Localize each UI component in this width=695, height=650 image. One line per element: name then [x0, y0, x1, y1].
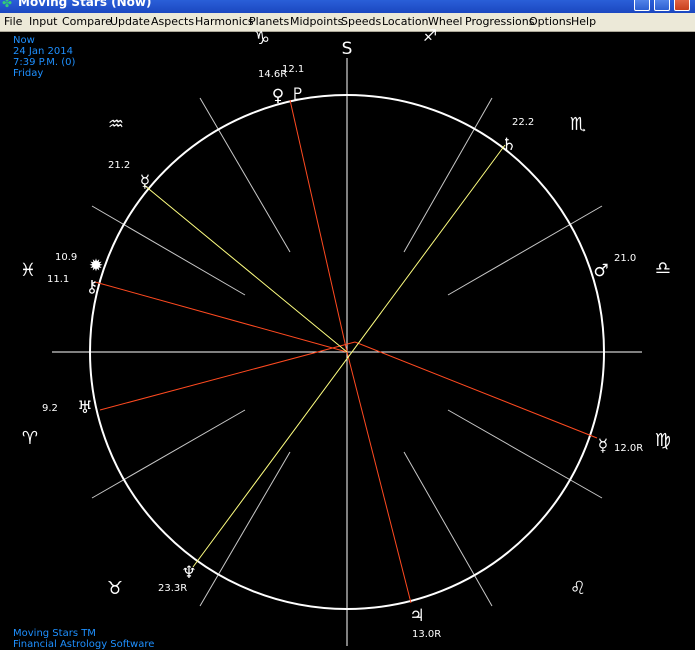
aspect-lines-yellow	[143, 144, 506, 568]
aspect-line	[94, 281, 348, 353]
division-line	[199, 451, 291, 607]
moon-glyph: ☿	[598, 436, 608, 456]
uranus-glyph: ♅	[77, 398, 92, 418]
chart-date: 24 Jan 2014	[13, 46, 73, 57]
chiron-glyph: ⚷	[86, 277, 98, 297]
chart-info: Now 24 Jan 2014 7:39 P.M. (0) Friday	[13, 35, 75, 79]
jupiter-glyph: ♃	[409, 606, 424, 626]
mars-glyph: ♂	[593, 261, 608, 281]
aspect-line	[192, 144, 506, 568]
division-line	[403, 97, 493, 253]
scorpio-glyph: ♏	[570, 114, 586, 135]
taurus-glyph: ♉	[107, 578, 123, 599]
south-label: S	[342, 39, 353, 59]
libra-glyph: ♎	[655, 258, 671, 279]
virgo-glyph: ♍	[655, 430, 671, 451]
division-line	[403, 451, 493, 607]
chiron-degree: 11.1	[47, 274, 69, 285]
neptune-degree: 23.3R	[158, 583, 187, 594]
chart-mode: Now	[13, 35, 35, 46]
mars-degree: 21.0	[614, 253, 636, 264]
sun-glyph: ✹	[89, 256, 103, 276]
aspect-line	[346, 351, 412, 604]
saturn-degree: 22.2	[512, 117, 534, 128]
astro-wheel-chart: S ♑ ♐ ♒ ♏ ♓ ♎ ♈ ♍ ♉ ♌ ♀ ♇ ♄ ☿ ♂ ✹ ⚷ ♅ ☿ …	[20, 26, 671, 646]
moon-degree: 12.0R	[614, 443, 643, 454]
uranus-degree: 9.2	[42, 403, 58, 414]
sagittarius-glyph: ♐	[423, 26, 437, 45]
sun-degree: 10.9	[55, 252, 77, 263]
aquarius-glyph: ♒	[108, 114, 124, 135]
division-line	[91, 409, 246, 499]
planet-glyphs: ♀ ♇ ♄ ☿ ♂ ✹ ⚷ ♅ ☿ ♆ ♃	[77, 85, 608, 626]
aspect-line	[289, 99, 348, 353]
division-line	[447, 205, 603, 296]
zodiac-signs: ♑ ♐ ♒ ♏ ♓ ♎ ♈ ♍ ♉ ♌	[20, 26, 671, 599]
division-line	[91, 205, 246, 296]
aries-glyph: ♈	[22, 428, 38, 449]
mercury-glyph: ☿	[140, 172, 150, 192]
capricorn-glyph: ♑	[254, 28, 270, 49]
pisces-glyph: ♓	[20, 260, 36, 281]
chart-weekday: Friday	[13, 68, 44, 79]
footer-branding: Moving Stars TM Financial Astrology Soft…	[13, 628, 154, 650]
pluto-glyph: ♇	[290, 85, 305, 105]
jupiter-degree: 13.0R	[412, 629, 441, 640]
venus-glyph: ♀	[272, 86, 284, 106]
footer-tagline: Financial Astrology Software	[13, 639, 155, 650]
footer-product: Moving Stars TM	[13, 628, 96, 639]
mercury-degree: 21.2	[108, 160, 130, 171]
division-line	[447, 409, 603, 499]
division-line	[199, 97, 291, 253]
chart-time: 7:39 P.M. (0)	[13, 57, 76, 68]
saturn-glyph: ♄	[501, 135, 516, 155]
leo-glyph: ♌	[570, 578, 586, 599]
aspect-line	[143, 184, 348, 353]
neptune-glyph: ♆	[181, 563, 196, 583]
pluto-degree: 12.1	[282, 64, 304, 75]
aspect-line	[354, 341, 598, 439]
